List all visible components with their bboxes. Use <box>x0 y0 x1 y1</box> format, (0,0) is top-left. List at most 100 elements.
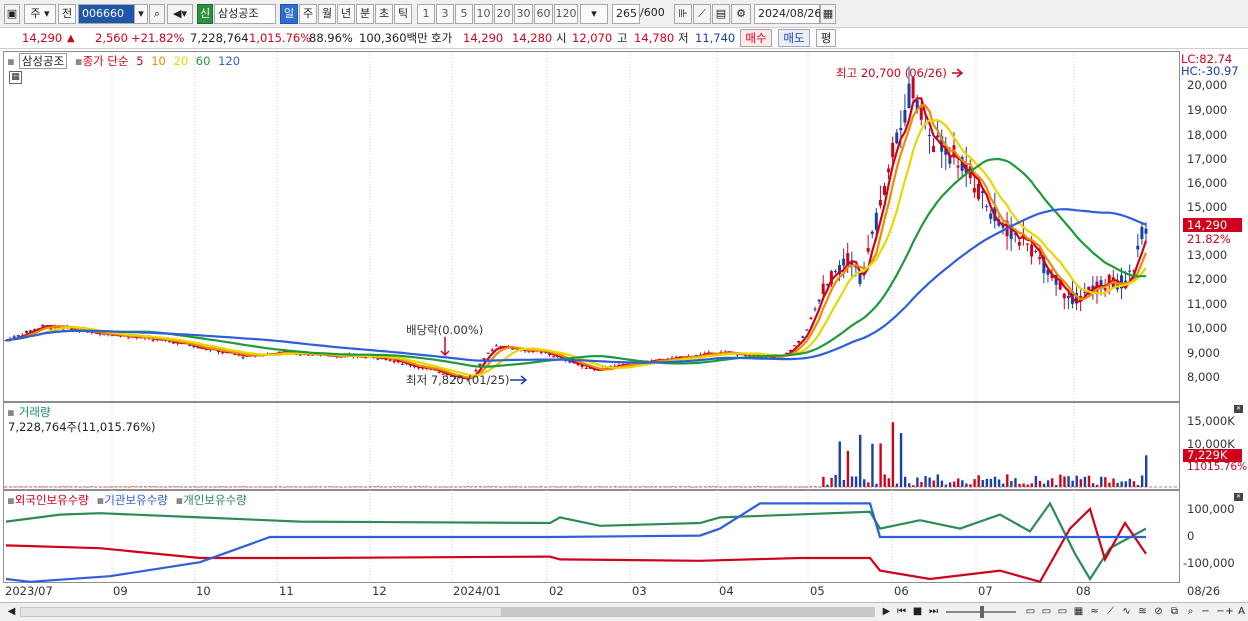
count-30[interactable]: 30 <box>514 4 533 24</box>
volume-bar <box>1091 483 1095 487</box>
candle-body <box>976 183 980 200</box>
scroll-right-icon[interactable]: ▶ <box>880 605 893 619</box>
candle-body <box>1026 243 1030 245</box>
sell-button[interactable]: 매도 <box>778 29 810 47</box>
font-size-icon[interactable]: A <box>1235 605 1248 619</box>
count-10[interactable]: 10 <box>474 4 493 24</box>
candle-body <box>494 345 498 347</box>
horizontal-scrollbar[interactable] <box>20 607 875 617</box>
display-count-input[interactable]: 265 <box>612 4 640 24</box>
y-tick: 15,000 <box>1187 200 1228 214</box>
buy-button[interactable]: 매수 <box>740 29 772 47</box>
grid-icon[interactable]: ▦ <box>1072 605 1085 619</box>
volume-legend: ▪ 거래량 <box>7 404 55 420</box>
interval-year[interactable]: 년 <box>337 4 355 24</box>
copy-icon[interactable]: ⧉ <box>1168 605 1181 619</box>
zoom-slider-handle[interactable] <box>980 606 984 618</box>
candle-body <box>936 135 940 138</box>
layout-3-icon[interactable]: ▭ <box>1056 605 1069 619</box>
average-button[interactable]: 평 <box>816 29 836 47</box>
interval-month[interactable]: 월 <box>318 4 336 24</box>
x-tick: 12 <box>372 584 387 598</box>
stop-icon[interactable]: ■ <box>911 605 924 619</box>
layout-1-icon[interactable]: ▭ <box>1024 605 1037 619</box>
interval-day[interactable]: 일 <box>280 4 298 24</box>
volume-bar <box>940 480 944 487</box>
count-1[interactable]: 1 <box>417 4 435 24</box>
line-tool-icon[interactable]: ⟋ <box>1104 605 1117 619</box>
zoom-icon[interactable]: ⌕ <box>1184 605 1197 619</box>
candle-body <box>24 330 28 333</box>
eraser-icon[interactable]: ⊘ <box>1152 605 1165 619</box>
candle-body <box>233 354 237 356</box>
bid-price: 14,280 <box>512 31 553 45</box>
count-60[interactable]: 60 <box>534 4 553 24</box>
volume-bar <box>887 478 890 487</box>
trend-icon[interactable]: ≈ <box>1088 605 1101 619</box>
volume-bar <box>858 434 862 487</box>
period-select[interactable]: 주 ▾ <box>24 4 56 24</box>
interval-second[interactable]: 초 <box>375 4 393 24</box>
legend-square-icon: ▪ <box>7 54 15 68</box>
volume-bar <box>711 486 715 488</box>
volume-bar <box>899 433 903 487</box>
x-tick: 03 <box>632 584 647 598</box>
interval-tick[interactable]: 틱 <box>394 4 412 24</box>
count-3[interactable]: 3 <box>436 4 454 24</box>
candle-body <box>241 357 245 359</box>
save-icon[interactable]: ▤ <box>712 4 730 24</box>
stock-name-field[interactable]: 삼성공조 <box>214 4 276 24</box>
count-dropdown-icon[interactable]: ▾ <box>580 4 608 24</box>
search-icon[interactable]: ⌕ <box>149 4 165 24</box>
stock-chart-svg[interactable] <box>0 49 1248 602</box>
count-120[interactable]: 120 <box>554 4 578 24</box>
volume-bar <box>1083 476 1087 487</box>
last-page-icon[interactable]: ⏭ <box>927 605 940 619</box>
legend-close-ma: 종가 단순 <box>82 54 129 68</box>
volume-bar <box>981 480 984 487</box>
trade-amount: 100,360백만 <box>359 31 428 45</box>
code-dropdown-icon[interactable]: ▾ <box>134 4 148 24</box>
candle-body <box>511 348 515 350</box>
scroll-left-icon[interactable]: ◀ <box>5 605 18 619</box>
table-icon[interactable]: ▦ <box>9 71 22 84</box>
speaker-icon[interactable]: ◀▾ <box>167 4 193 24</box>
panel-close-icon[interactable]: ✕ <box>1234 405 1243 413</box>
first-page-icon[interactable]: ⏮ <box>895 605 908 619</box>
interval-minute[interactable]: 분 <box>356 4 374 24</box>
chart-area[interactable]: ▪ 삼성공조 ▪종가 단순 5 10 20 60 120 ▦ LC:82.74 H… <box>0 49 1248 602</box>
count-5[interactable]: 5 <box>455 4 473 24</box>
wave-icon[interactable]: ∿ <box>1120 605 1133 619</box>
candle-body <box>1034 250 1038 252</box>
volume-bar <box>1042 483 1046 487</box>
volume-current-pct: 11015.76% <box>1187 461 1248 473</box>
holdings-y-tick: -100,000 <box>1183 556 1235 570</box>
total-count: /600 <box>640 6 665 19</box>
prev-button[interactable]: 전 <box>58 4 76 24</box>
current-pct-tag: 21.82% <box>1187 232 1231 246</box>
new-button[interactable]: 신 <box>197 4 213 24</box>
chart-menu-icon[interactable]: ▣ <box>4 4 20 24</box>
volume-bar <box>1100 476 1103 487</box>
date-input[interactable]: 2024/08/26 <box>754 4 821 24</box>
stock-code-input[interactable]: 006660 <box>78 4 136 24</box>
volume-bar <box>1104 477 1107 487</box>
drawing-tool-icon[interactable]: ⟋ <box>693 4 711 24</box>
scrollbar-thumb[interactable] <box>501 608 875 616</box>
count-20[interactable]: 20 <box>494 4 513 24</box>
volume-bar <box>1006 474 1009 487</box>
volume-bar <box>993 476 997 487</box>
interval-week[interactable]: 주 <box>299 4 317 24</box>
fib-icon[interactable]: ≋ <box>1136 605 1149 619</box>
candle-body <box>989 213 993 219</box>
volume-bar <box>932 480 935 487</box>
zoom-out-icon[interactable]: − <box>1199 605 1212 619</box>
gear-icon[interactable]: ⚙ <box>731 4 751 24</box>
candle-type-icon[interactable]: ⊪ <box>674 4 692 24</box>
calendar-icon[interactable]: ▦ <box>820 4 836 24</box>
layout-2-icon[interactable]: ▭ <box>1040 605 1053 619</box>
panel-close-icon[interactable]: ✕ <box>1234 493 1243 501</box>
candle-body <box>41 324 45 327</box>
institution-holdings-line <box>5 502 1146 583</box>
legend-square-icon: ▪ <box>74 54 83 68</box>
